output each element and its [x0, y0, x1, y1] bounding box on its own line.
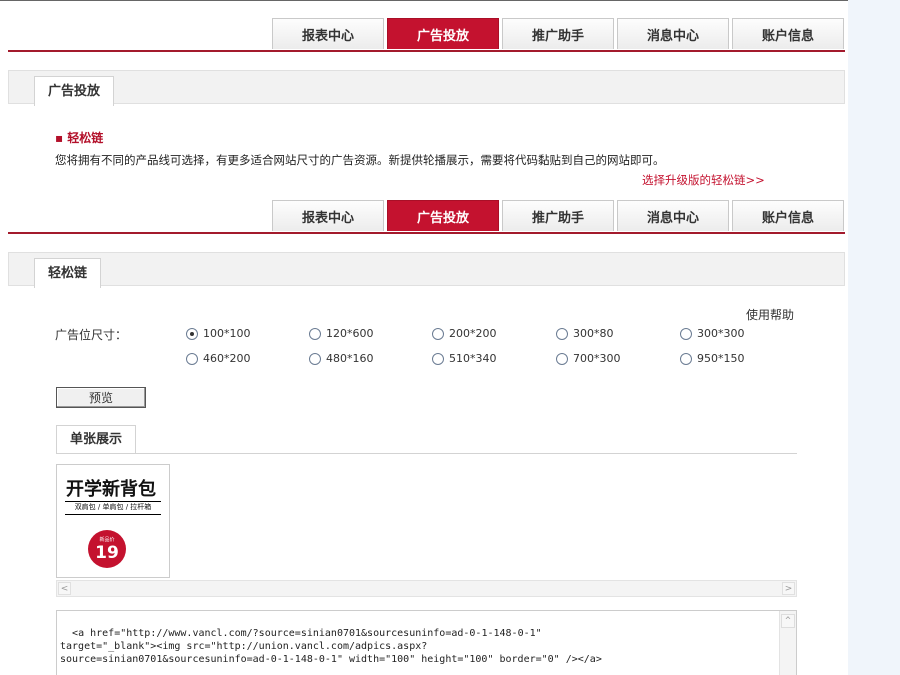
ad-subline: 双肩包 / 单肩包 / 拉杆箱 [65, 501, 161, 515]
radio-icon[interactable] [432, 352, 444, 365]
main-nav-top: 报表中心 广告投放 推广助手 消息中心 账户信息 [272, 18, 847, 50]
tab-reports[interactable]: 报表中心 [272, 18, 384, 49]
radio-icon[interactable] [186, 352, 198, 365]
main-nav-bottom: 报表中心 广告投放 推广助手 消息中心 账户信息 [272, 200, 847, 232]
ad-preview-image[interactable]: 开学新背包 双肩包 / 单肩包 / 拉杆箱 新品价 19 [56, 464, 170, 578]
radio-icon[interactable] [556, 327, 568, 340]
tab-account-info[interactable]: 账户信息 [732, 18, 844, 49]
size-option[interactable]: 300*80 [556, 327, 614, 340]
tab-promotion-helper[interactable]: 推广助手 [502, 200, 614, 231]
radio-icon[interactable] [186, 327, 198, 340]
preview-button[interactable]: 预览 [56, 387, 146, 408]
top-border [0, 0, 848, 1]
size-option[interactable]: 200*200 [432, 327, 497, 340]
panel-tab-ad-placement[interactable]: 广告投放 [34, 76, 115, 106]
ad-headline: 开学新背包 [66, 479, 156, 500]
tab-reports[interactable]: 报表中心 [272, 200, 384, 231]
size-option[interactable]: 700*300 [556, 352, 621, 365]
size-option[interactable]: 510*340 [432, 352, 497, 365]
size-option[interactable]: 950*150 [680, 352, 745, 365]
embed-code-text: <a href="http://www.vancl.com/?source=si… [60, 628, 602, 665]
size-option[interactable]: 480*160 [309, 352, 374, 365]
panel-header: 广告投放 [8, 70, 845, 106]
embed-code-textarea[interactable]: <a href="http://www.vancl.com/?source=si… [56, 610, 797, 675]
scroll-right-icon[interactable]: > [782, 582, 795, 595]
radio-icon[interactable] [432, 327, 444, 340]
scroll-left-icon[interactable]: < [58, 582, 71, 595]
price-badge: 新品价 19 [88, 530, 126, 568]
radio-icon[interactable] [309, 352, 321, 365]
vertical-scrollbar[interactable]: ^ [779, 611, 796, 675]
tab-promotion-helper[interactable]: 推广助手 [502, 18, 614, 49]
tab-message-center[interactable]: 消息中心 [617, 200, 729, 231]
scroll-up-icon[interactable]: ^ [781, 614, 795, 628]
size-option[interactable]: 100*100 [186, 327, 251, 340]
panel-tab-easy-link[interactable]: 轻松链 [34, 258, 102, 288]
tab-message-center[interactable]: 消息中心 [617, 18, 729, 49]
tab-divider [56, 453, 797, 454]
nav-underline [8, 50, 845, 52]
size-option[interactable]: 460*200 [186, 352, 251, 365]
radio-icon[interactable] [680, 327, 692, 340]
tab-account-info[interactable]: 账户信息 [732, 200, 844, 231]
radio-icon[interactable] [680, 352, 692, 365]
upgrade-easy-link[interactable]: 选择升级版的轻松链>> [642, 172, 765, 188]
price-value: 19 [95, 543, 119, 563]
horizontal-scrollbar[interactable]: < > [56, 580, 797, 597]
tab-ad-placement[interactable]: 广告投放 [387, 200, 499, 231]
panel-header: 轻松链 [8, 252, 845, 288]
size-option[interactable]: 300*300 [680, 327, 745, 340]
section-description: 您将拥有不同的产品线可选择，有更多适合网站尺寸的广告资源。新提供轮播展示，需要将… [55, 153, 665, 167]
ad-size-label: 广告位尺寸： [55, 328, 128, 342]
radio-icon[interactable] [309, 327, 321, 340]
section-title-easy-link: ▪ 轻松链 [55, 131, 104, 145]
tab-single-display[interactable]: 单张展示 [56, 425, 136, 453]
radio-icon[interactable] [556, 352, 568, 365]
right-side-panel [848, 0, 900, 675]
help-link[interactable]: 使用帮助 [746, 306, 794, 323]
size-option[interactable]: 120*600 [309, 327, 374, 340]
tab-ad-placement[interactable]: 广告投放 [387, 18, 499, 49]
price-badge-caption: 新品价 [99, 537, 115, 543]
nav-underline [8, 232, 845, 234]
